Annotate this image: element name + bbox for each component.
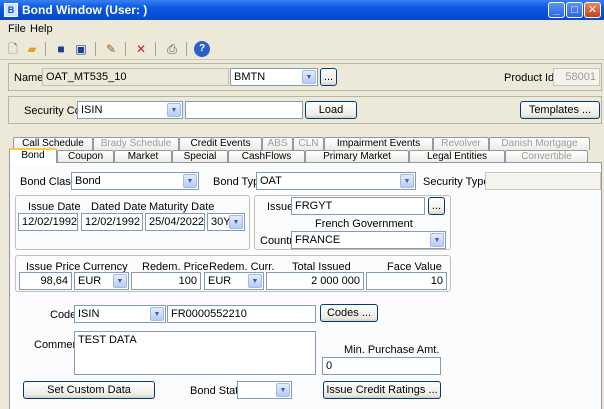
chevron-down-icon: ▼ <box>400 174 414 188</box>
min-purchase-input[interactable]: 0 <box>322 357 441 375</box>
redem-curr-select[interactable]: EUR ▼ <box>204 272 264 290</box>
bond-class-select[interactable]: Bond ▼ <box>71 172 199 190</box>
toolbar: 🗋 ▰ ■ ▣ ✎ ✕ ⎙ ? <box>0 38 604 60</box>
tab-brady-schedule[interactable]: Brady Schedule <box>93 137 179 150</box>
country-select[interactable]: FRANCE ▼ <box>291 231 446 249</box>
delete-icon[interactable]: ✕ <box>133 41 149 57</box>
name-field[interactable]: OAT_MT535_10 <box>42 68 229 86</box>
redem-price-input[interactable]: 100 <box>131 272 201 290</box>
issuer-name: French Government <box>315 218 413 230</box>
currency-select[interactable]: EUR ▼ <box>74 272 129 290</box>
comment-textarea[interactable]: TEST DATA <box>74 331 316 375</box>
codes-button[interactable]: Codes ... <box>320 304 378 322</box>
chevron-down-icon: ▼ <box>113 274 127 288</box>
chevron-down-icon: ▼ <box>183 174 197 188</box>
tenor-select[interactable]: 30Y ▼ <box>207 213 245 231</box>
save-all-icon[interactable]: ▣ <box>73 41 89 57</box>
help-icon[interactable]: ? <box>194 41 210 57</box>
face-value-input[interactable]: 10 <box>366 272 447 290</box>
print-icon[interactable]: ⎙ <box>164 41 180 57</box>
toolbar-separator <box>95 42 96 56</box>
chevron-down-icon: ▼ <box>430 233 444 247</box>
name-label: Name <box>14 72 44 84</box>
chevron-down-icon: ▼ <box>167 103 181 117</box>
bond-status-select[interactable]: ▼ <box>237 381 292 399</box>
edit-icon[interactable]: ✎ <box>103 41 119 57</box>
tab-revolver[interactable]: Revolver <box>433 137 489 150</box>
bond-class-label: Bond Class <box>20 176 77 188</box>
code-type-select[interactable]: ISIN ▼ <box>74 305 166 323</box>
menu-bar: File Help <box>0 20 604 38</box>
issuer-input[interactable]: FRGYT <box>291 197 425 215</box>
minimize-button[interactable]: _ <box>548 2 565 18</box>
templates-button[interactable]: Templates ... <box>520 101 600 119</box>
menu-help[interactable]: Help <box>30 23 53 35</box>
new-icon[interactable]: 🗋 <box>5 41 21 57</box>
issue-credit-ratings-button[interactable]: Issue Credit Ratings ... <box>323 381 441 399</box>
chevron-down-icon: ▼ <box>150 307 164 321</box>
tab-impairment-events[interactable]: Impairment Events <box>324 137 433 150</box>
dated-date-input[interactable]: 12/02/1992 <box>81 213 143 231</box>
chevron-down-icon: ▼ <box>276 383 290 397</box>
toolbar-separator <box>186 42 187 56</box>
chevron-down-icon: ▼ <box>302 70 316 84</box>
security-code-input[interactable] <box>185 101 303 119</box>
issue-price-input[interactable]: 98,64 <box>19 272 72 290</box>
chevron-down-icon: ▼ <box>229 215 243 229</box>
security-type-field <box>485 172 601 190</box>
bond-type-select[interactable]: OAT ▼ <box>256 172 416 190</box>
chevron-down-icon: ▼ <box>248 274 262 288</box>
dated-date-label: Dated Date <box>91 201 147 213</box>
save-icon[interactable]: ■ <box>53 41 69 57</box>
name-ellipsis-button[interactable]: ... <box>320 68 337 86</box>
maximize-button[interactable]: □ <box>566 2 583 18</box>
set-custom-data-button[interactable]: Set Custom Data <box>23 381 155 399</box>
tab-credit-events[interactable]: Credit Events <box>179 137 262 150</box>
code-input[interactable]: FR0000552210 <box>167 305 316 323</box>
tab-cln[interactable]: CLN <box>293 137 324 150</box>
security-code-panel: Security Code ISIN ▼ Load Templates ... <box>8 96 602 124</box>
toolbar-separator <box>45 42 46 56</box>
toolbar-separator <box>155 42 156 56</box>
load-button[interactable]: Load <box>305 101 357 119</box>
close-button[interactable]: ✕ <box>584 2 601 18</box>
toolbar-separator <box>125 42 126 56</box>
issuer-ellipsis-button[interactable]: ... <box>428 197 445 215</box>
code-label: Code <box>50 309 77 321</box>
min-purchase-label: Min. Purchase Amt. <box>344 344 440 356</box>
title-bar: B Bond Window (User: ) _ □ ✕ <box>0 0 604 20</box>
security-code-type-select[interactable]: ISIN ▼ <box>77 101 183 119</box>
product-id-field: 58001 <box>553 68 600 86</box>
tab-abs[interactable]: ABS <box>262 137 293 150</box>
window-title: Bond Window (User: ) <box>22 3 148 17</box>
security-type-label: Security Type <box>423 176 490 188</box>
tab-danish-mortgage[interactable]: Danish Mortgage <box>489 137 590 150</box>
name-panel: Name OAT_MT535_10 BMTN ▼ ... Product Id … <box>8 63 602 91</box>
tab-bond[interactable]: Bond <box>9 148 57 163</box>
product-type-select[interactable]: BMTN ▼ <box>230 68 318 86</box>
menu-file[interactable]: File <box>8 23 26 35</box>
maturity-date-label: Maturity Date <box>149 201 215 213</box>
maturity-date-input[interactable]: 25/04/2022 <box>145 213 205 231</box>
app-icon: B <box>4 3 18 17</box>
bond-tab-content: Bond Class Bond ▼ Bond Type OAT ▼ Securi… <box>9 162 602 409</box>
open-icon[interactable]: ▰ <box>24 41 40 57</box>
issue-date-label: Issue Date <box>28 201 81 213</box>
total-issued-input[interactable]: 2 000 000 <box>266 272 364 290</box>
issue-date-input[interactable]: 12/02/1992 <box>18 213 78 231</box>
product-id-label: Product Id <box>504 72 555 84</box>
